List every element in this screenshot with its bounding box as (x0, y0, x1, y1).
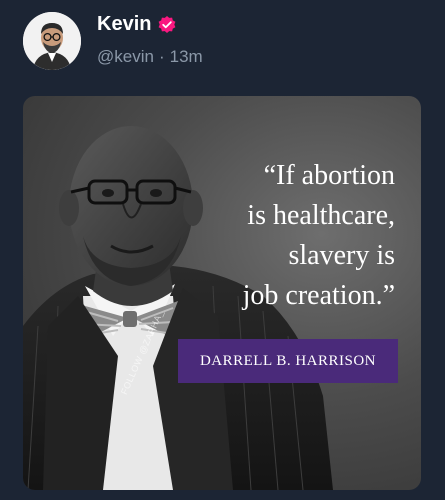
quote-text: “If abortion is healthcare, slavery is j… (242, 160, 395, 311)
post-card[interactable]: Kevin @kevin · 13m “If abortion is healt… (0, 0, 445, 500)
author-handle[interactable]: @kevin (97, 47, 154, 67)
post-timestamp[interactable]: 13m (170, 47, 203, 67)
author-name[interactable]: Kevin (97, 13, 151, 36)
attribution-name: DARRELL B. HARRISON (199, 352, 377, 369)
profile-avatar-icon (23, 12, 81, 70)
author-avatar[interactable] (23, 12, 81, 70)
verified-badge-icon (157, 15, 177, 35)
attribution-banner: DARRELL B. HARRISON (178, 339, 398, 383)
author-name-row[interactable]: Kevin (97, 13, 177, 36)
post-image[interactable]: “If abortion is healthcare, slavery is j… (23, 96, 421, 490)
post-meta: @kevin · 13m (97, 47, 203, 67)
meta-separator: · (158, 47, 165, 66)
